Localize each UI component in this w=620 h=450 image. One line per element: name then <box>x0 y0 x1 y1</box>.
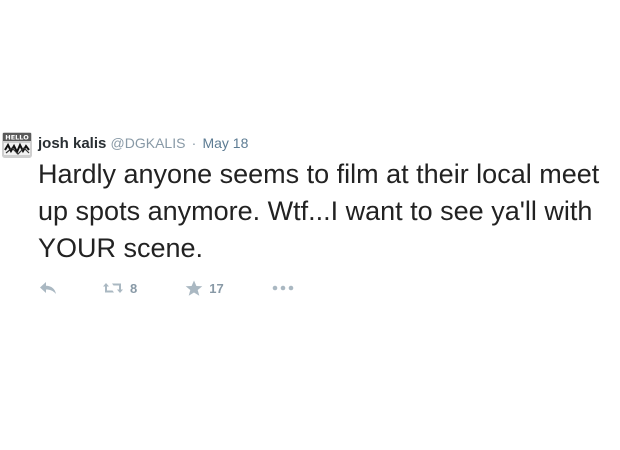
retweet-button[interactable]: 8 <box>102 280 137 296</box>
tweet-text: Hardly anyone seems to film at their loc… <box>38 159 600 263</box>
avatar[interactable]: HELLO <box>2 132 32 158</box>
hello-sticker-avatar-icon: HELLO <box>2 132 32 158</box>
avatar-sticker-text: HELLO <box>5 133 29 141</box>
star-icon <box>185 280 203 296</box>
retweet-count: 8 <box>130 280 138 296</box>
more-button[interactable] <box>272 284 294 292</box>
retweet-icon <box>103 283 123 293</box>
tweet-actions: 8 17 <box>38 276 294 300</box>
reply-icon <box>40 282 56 294</box>
favorite-button[interactable]: 17 <box>185 280 224 297</box>
tweet-header: josh kalis @DGKALIS · May 18 <box>38 134 248 153</box>
favorite-count: 17 <box>209 280 224 296</box>
more-icon <box>272 285 294 291</box>
separator: · <box>191 135 197 151</box>
author-name[interactable]: josh kalis <box>38 135 106 152</box>
reply-button[interactable] <box>38 280 58 296</box>
author-handle[interactable]: @DGKALIS <box>111 135 186 151</box>
timestamp[interactable]: May 18 <box>202 135 248 151</box>
